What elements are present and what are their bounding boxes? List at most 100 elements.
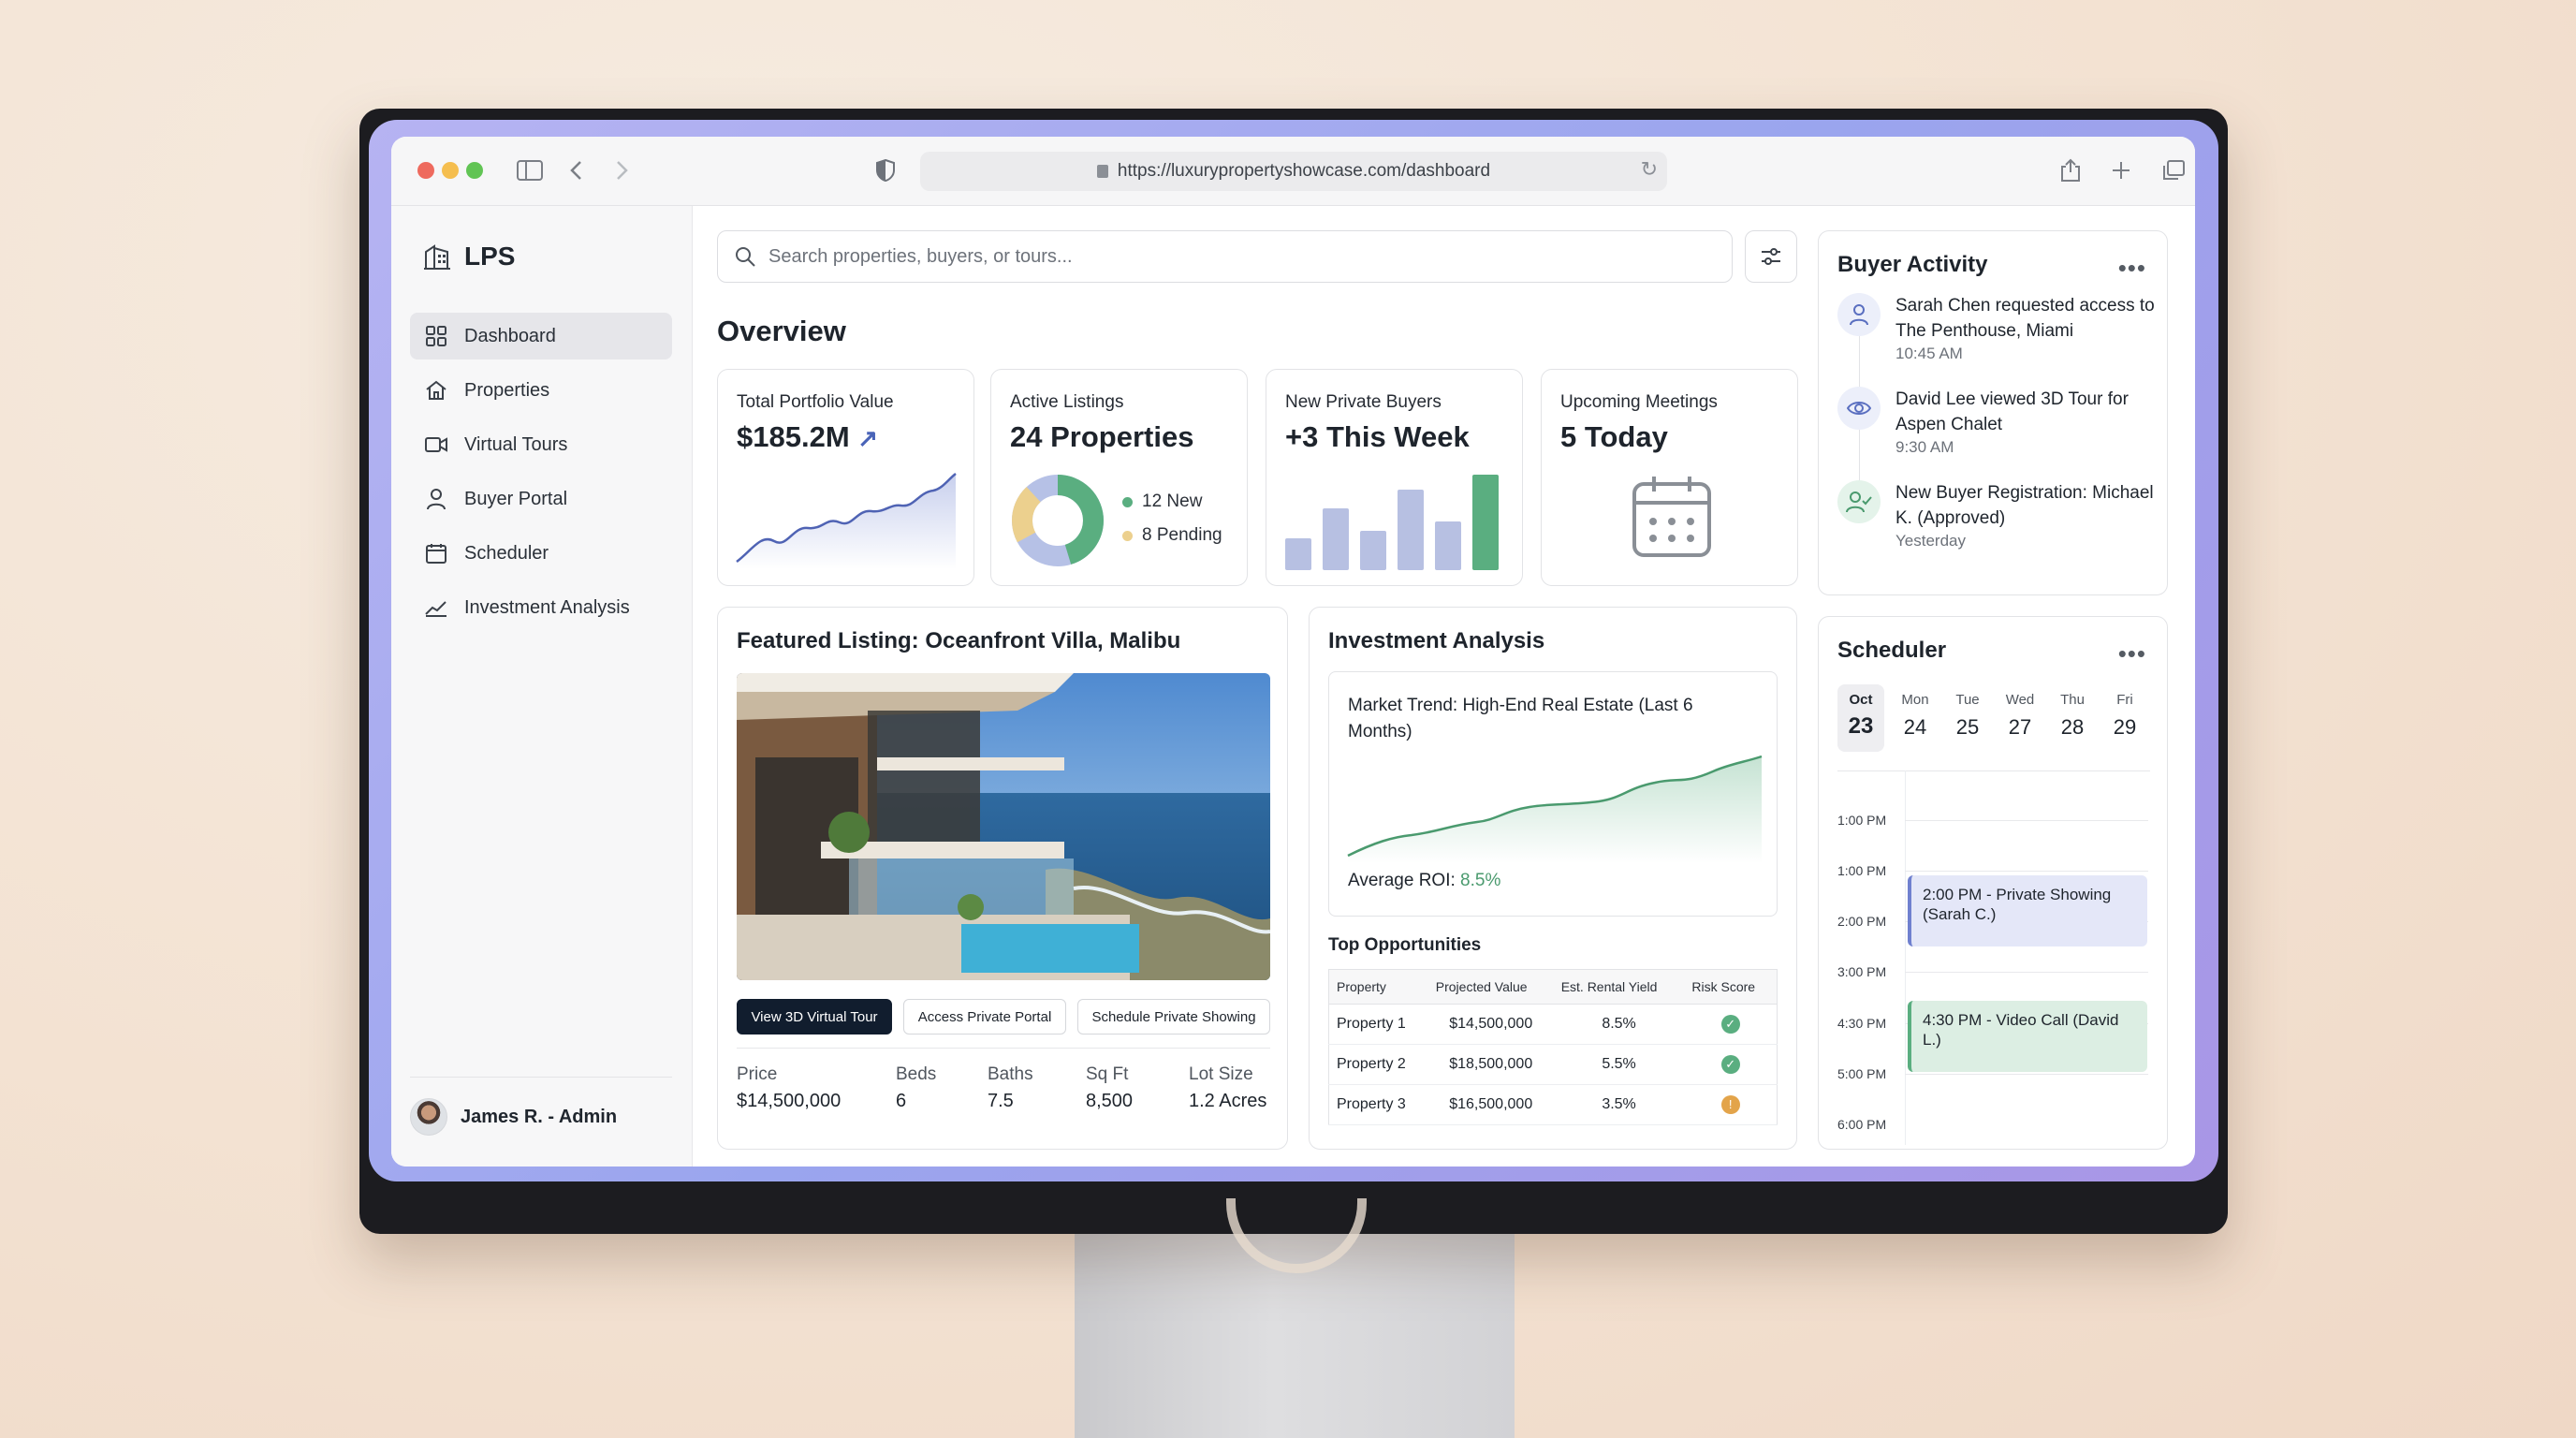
time-label: 1:00 PM (1837, 863, 1887, 878)
event-video-call[interactable]: 4:30 PM - Video Call (David L.) (1908, 1001, 2147, 1072)
stat-card-buyers[interactable]: New Private Buyers +3 This Week (1266, 369, 1523, 586)
check-circle-icon: ✓ (1720, 1055, 1740, 1074)
event-private-showing[interactable]: 2:00 PM - Private Showing (Sarah C.) (1908, 875, 2147, 946)
cell-yield: 3.5% (1553, 1084, 1685, 1125)
privacy-shield-icon[interactable] (869, 154, 902, 187)
sidebar-item-investment-analysis[interactable]: Investment Analysis (410, 584, 672, 631)
share-icon[interactable] (2054, 154, 2087, 187)
divider (737, 1048, 1270, 1049)
page-title: Overview (717, 315, 846, 347)
stat-label: Active Listings (1010, 392, 1124, 412)
view-3d-tour-button[interactable]: View 3D Virtual Tour (737, 999, 892, 1034)
day-thu-28[interactable]: Thu 28 (2049, 684, 2096, 740)
stat-card-listings[interactable]: Active Listings 24 Properties 12 New 8 P… (990, 369, 1248, 586)
opportunities-table: Property Projected Value Est. Rental Yie… (1328, 969, 1778, 1125)
activity-item[interactable]: New Buyer Registration: Michael K. (Appr… (1837, 480, 2158, 551)
access-private-portal-button[interactable]: Access Private Portal (903, 999, 1066, 1034)
grid-icon (425, 325, 447, 347)
eye-icon (1837, 387, 1881, 430)
portfolio-sparkline (736, 473, 957, 569)
time-label: 4:30 PM (1837, 1016, 1887, 1031)
minimize-window-button[interactable] (442, 162, 459, 179)
sidebar-item-label: Scheduler (464, 542, 549, 564)
more-options-icon[interactable]: ••• (2118, 639, 2146, 668)
browser-window: https://luxurypropertyshowcase.com/dashb… (391, 137, 2195, 1167)
back-icon[interactable] (560, 154, 593, 187)
new-tab-icon[interactable] (2104, 154, 2138, 187)
cell-risk: ✓ (1684, 1004, 1778, 1045)
cell-property: Property 1 (1328, 1004, 1428, 1045)
trend-icon (425, 596, 447, 619)
day-oct-23[interactable]: Oct 23 (1837, 684, 1884, 752)
forward-icon[interactable] (605, 154, 638, 187)
day-mon-24[interactable]: Mon 24 (1892, 684, 1939, 740)
more-options-icon[interactable]: ••• (2118, 254, 2146, 283)
column-header: Est. Rental Yield (1553, 969, 1685, 1005)
user-profile[interactable]: James R. - Admin (410, 1077, 672, 1136)
stat-value: $185.2M ↗ (737, 420, 879, 453)
average-roi: Average ROI: 8.5% (1348, 871, 1501, 890)
spec-sqft: Sq Ft 8,500 (1086, 1064, 1134, 1111)
search-input[interactable]: Search properties, buyers, or tours... (768, 246, 1073, 268)
day-tue-25[interactable]: Tue 25 (1944, 684, 1991, 740)
building-icon (424, 244, 450, 270)
sidebar-item-dashboard[interactable]: Dashboard (410, 313, 672, 360)
spec-beds: Beds 6 (896, 1064, 937, 1111)
close-window-button[interactable] (417, 162, 434, 179)
day-fri-29[interactable]: Fri 29 (2101, 684, 2148, 740)
cell-yield: 5.5% (1553, 1044, 1685, 1085)
activity-time: Yesterday (1895, 532, 1966, 550)
time-label: 3:00 PM (1837, 964, 1887, 979)
maximize-window-button[interactable] (466, 162, 483, 179)
buyers-bar-chart (1285, 475, 1499, 570)
cell-value: $18,500,000 (1427, 1044, 1554, 1085)
stat-value: 5 Today (1560, 420, 1668, 453)
app-logo[interactable]: LPS (423, 242, 515, 271)
tab-overview-icon[interactable] (2157, 154, 2190, 187)
listings-donut-chart (1012, 475, 1104, 566)
time-gridline (1905, 871, 2148, 872)
stat-value: +3 This Week (1285, 420, 1470, 453)
sidebar-item-buyer-portal[interactable]: Buyer Portal (410, 476, 672, 522)
time-label: 5:00 PM (1837, 1066, 1887, 1081)
activity-item[interactable]: Sarah Chen requested access to The Penth… (1837, 293, 2158, 364)
market-trend-panel: Market Trend: High-End Real Estate (Last… (1328, 671, 1778, 917)
sidebar-item-scheduler[interactable]: Scheduler (410, 530, 672, 577)
activity-time: 10:45 AM (1895, 345, 1963, 362)
reload-icon[interactable]: ↻ (1641, 157, 1658, 182)
table-row[interactable]: Property 2 $18,500,000 5.5% ✓ (1328, 1044, 1778, 1085)
day-wed-27[interactable]: Wed 27 (1997, 684, 2043, 740)
arrow-up-right-icon: ↗ (857, 424, 879, 452)
stat-card-meetings[interactable]: Upcoming Meetings 5 Today (1541, 369, 1798, 586)
address-bar[interactable]: https://luxurypropertyshowcase.com/dashb… (920, 152, 1667, 191)
time-gridline (1905, 972, 2148, 973)
avatar (410, 1098, 447, 1136)
sidebar-item-virtual-tours[interactable]: Virtual Tours (410, 421, 672, 468)
sidebar-item-properties[interactable]: Properties (410, 367, 672, 414)
time-label: 6:00 PM (1837, 1117, 1887, 1132)
user-check-icon (1837, 480, 1881, 523)
investment-title: Investment Analysis (1328, 628, 1545, 653)
lock-icon (1096, 165, 1108, 178)
sidebar-item-label: Dashboard (464, 325, 556, 346)
table-row[interactable]: Property 1 $14,500,000 8.5% ✓ (1328, 1004, 1778, 1045)
sidebar: LPS Dashboard Properties Virtual Tours B… (391, 206, 693, 1167)
schedule-private-showing-button[interactable]: Schedule Private Showing (1077, 999, 1270, 1034)
filter-button[interactable] (1745, 230, 1797, 283)
activity-item[interactable]: David Lee viewed 3D Tour for Aspen Chale… (1837, 387, 2158, 458)
listings-legend: 12 New 8 Pending (1122, 492, 1222, 559)
column-header: Risk Score (1684, 969, 1778, 1005)
sidebar-toggle-icon[interactable] (513, 154, 547, 187)
browser-toolbar: https://luxurypropertyshowcase.com/dashb… (391, 137, 2195, 206)
warning-circle-icon: ! (1720, 1095, 1740, 1114)
stat-card-portfolio[interactable]: Total Portfolio Value $185.2M ↗ (717, 369, 974, 586)
calendar-icon (425, 542, 447, 565)
search-field[interactable]: Search properties, buyers, or tours... (717, 230, 1733, 283)
table-row[interactable]: Property 3 $16,500,000 3.5% ! (1328, 1084, 1778, 1125)
spec-price: Price $14,500,000 (737, 1064, 842, 1111)
villa-photo[interactable] (737, 673, 1270, 980)
time-label: 1:00 PM (1837, 813, 1887, 828)
search-icon (736, 247, 755, 267)
top-opportunities-title: Top Opportunities (1328, 935, 1482, 955)
activity-text: Sarah Chen requested access to The Penth… (1895, 296, 2155, 341)
